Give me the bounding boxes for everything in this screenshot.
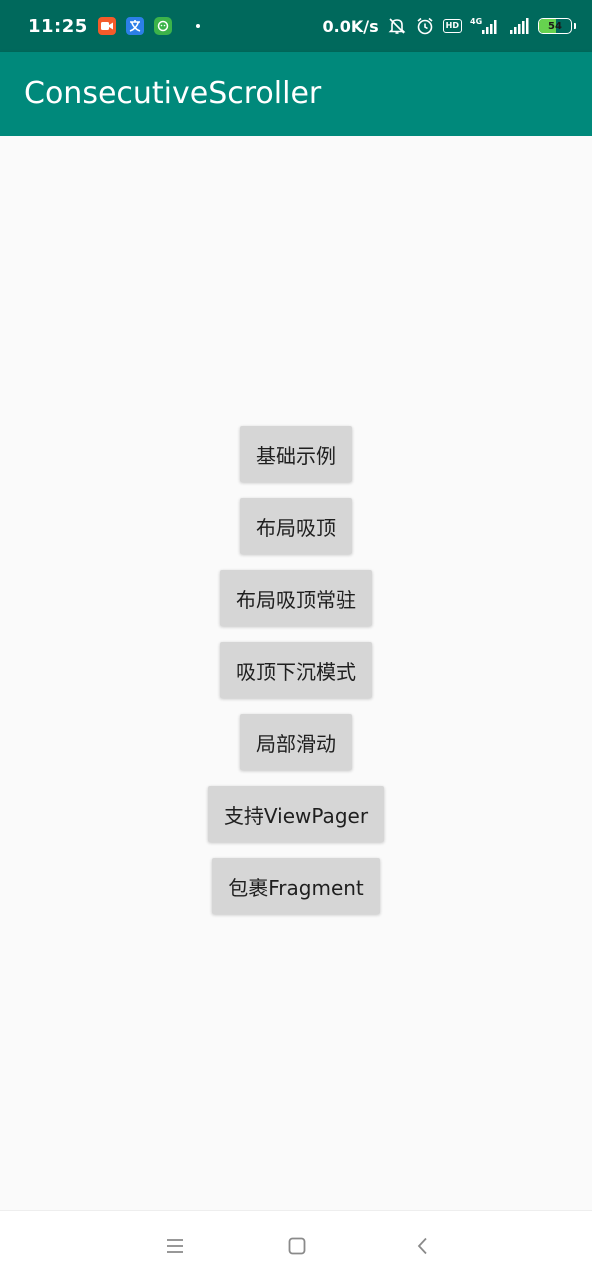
basic-example-button[interactable]: 基础示例 (240, 426, 352, 482)
status-left: 11:25 (28, 0, 200, 52)
video-app-icon (97, 17, 116, 35)
status-right: 0.0K/s HD 4G 54 (323, 0, 576, 52)
sink-sticky-mode-button[interactable]: 吸顶下沉模式 (220, 642, 372, 698)
notification-dot-icon (195, 24, 200, 28)
translate-app-icon (125, 17, 144, 35)
status-bar: 11:25 0.0K/s HD 4G 54 (0, 0, 592, 52)
hd-icon: HD (442, 19, 462, 33)
battery-icon: 54 (538, 18, 572, 34)
app-title: ConsecutiveScroller (24, 76, 322, 111)
navigation-bar (0, 1210, 592, 1280)
back-icon[interactable] (408, 1231, 438, 1261)
menu-icon[interactable] (160, 1231, 190, 1261)
network-speed: 0.0K/s (322, 16, 379, 36)
battery-level: 54 (548, 20, 562, 32)
partial-scroll-button[interactable]: 局部滑动 (240, 714, 352, 770)
app-bar: ConsecutiveScroller (0, 52, 592, 136)
mute-icon (387, 16, 407, 36)
wrap-fragment-button[interactable]: 包裹Fragment (212, 858, 380, 914)
signal-4g-icon: 4G (470, 16, 500, 36)
alarm-icon (415, 16, 435, 36)
home-icon[interactable] (282, 1231, 312, 1261)
permanent-sticky-button[interactable]: 布局吸顶常驻 (220, 570, 372, 626)
main-content[interactable]: 基础示例 布局吸顶 布局吸顶常驻 吸顶下沉模式 局部滑动 支持ViewPager… (0, 136, 592, 1210)
wifi-signal-icon (508, 16, 530, 36)
wechat-app-icon (153, 17, 172, 35)
viewpager-support-button[interactable]: 支持ViewPager (207, 786, 385, 842)
battery-cap (574, 23, 576, 29)
signal-4g-label: 4G (470, 17, 482, 26)
status-time: 11:25 (28, 15, 88, 37)
demo-button-list: 基础示例 布局吸顶 布局吸顶常驻 吸顶下沉模式 局部滑动 支持ViewPager… (0, 426, 592, 914)
sticky-layout-button[interactable]: 布局吸顶 (240, 498, 352, 554)
